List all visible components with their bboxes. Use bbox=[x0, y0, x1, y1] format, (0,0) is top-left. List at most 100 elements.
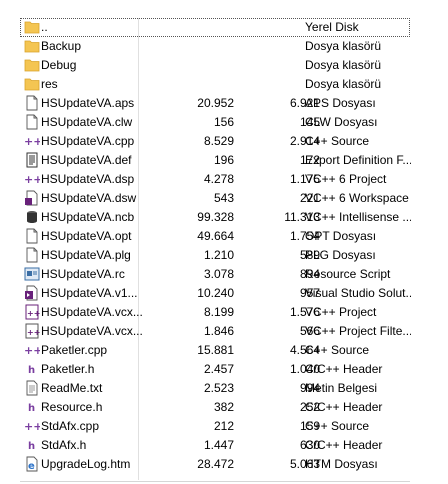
blank-file-icon bbox=[24, 114, 40, 130]
file-row[interactable]: h StdAfx.h 1.447 630 C/C++ Header bbox=[20, 436, 410, 455]
svg-text:++: ++ bbox=[27, 309, 40, 318]
file-type: Visual Studio Solut... bbox=[305, 286, 411, 300]
file-size: 196 bbox=[213, 153, 234, 167]
file-row[interactable]: Backup Dosya klasörü bbox=[20, 37, 410, 56]
file-type: C++ Source bbox=[305, 419, 370, 433]
file-name: Paketler.cpp bbox=[41, 343, 108, 357]
svg-text:++: ++ bbox=[24, 344, 40, 357]
file-row[interactable]: HSUpdateVA.clw 156 145 CLW Dosyası bbox=[20, 113, 410, 132]
file-type: Yerel Disk bbox=[305, 20, 359, 34]
file-row[interactable]: HSUpdateVA.opt 49.664 1.754 OPT Dosyası bbox=[20, 227, 410, 246]
file-name: UpgradeLog.htm bbox=[41, 457, 131, 471]
file-size: 8.199 bbox=[203, 305, 234, 319]
file-size: 543 bbox=[213, 191, 234, 205]
file-row[interactable]: HSUpdateVA.v1... 10.240 957 Visual Studio S… bbox=[20, 284, 411, 303]
vs-solution-icon bbox=[24, 285, 40, 301]
file-name: HSUpdateVA.opt bbox=[41, 229, 132, 243]
file-row[interactable]: HSUpdateVA.dsw 543 221 VC++ 6 Workspace bbox=[20, 189, 410, 208]
file-row[interactable]: ++ StdAfx.cpp 212 159 C++ Source bbox=[20, 417, 410, 436]
file-type: Export Definition F... bbox=[305, 153, 411, 167]
header-file-icon: h bbox=[24, 399, 40, 415]
vs-workspace-icon bbox=[24, 190, 40, 206]
header-file-icon: h bbox=[24, 361, 40, 377]
file-row[interactable]: e UpgradeLog.htm 28.472 5.063 HTM Dosyası bbox=[20, 455, 410, 474]
file-size: 15.881 bbox=[197, 343, 234, 357]
file-name: ReadMe.txt bbox=[41, 381, 103, 395]
file-name: StdAfx.h bbox=[41, 438, 87, 452]
file-type: Dosya klasörü bbox=[305, 39, 382, 53]
file-size: 20.952 bbox=[197, 96, 234, 110]
svg-text:++: ++ bbox=[24, 420, 40, 433]
cpp-source-icon: ++ bbox=[24, 418, 40, 434]
file-size: 49.664 bbox=[197, 229, 234, 243]
file-row[interactable]: h Paketler.h 2.457 1.040 C/C++ Header bbox=[20, 360, 410, 379]
file-type: PLG Dosyası bbox=[305, 248, 376, 262]
file-name: StdAfx.cpp bbox=[41, 419, 100, 433]
file-size: 10.240 bbox=[197, 286, 234, 300]
file-type: VC++ Project Filte... bbox=[305, 324, 411, 338]
file-size: 382 bbox=[213, 400, 234, 414]
file-name: HSUpdateVA.dsp bbox=[41, 172, 135, 186]
file-list-panel: .. Yerel Disk Backup Dosya klasörü Debug Dosy… bbox=[0, 0, 448, 484]
file-size: 1.210 bbox=[203, 248, 234, 262]
file-type: C/C++ Header bbox=[305, 400, 383, 414]
svg-text:++: ++ bbox=[27, 328, 40, 337]
folder-icon bbox=[24, 57, 40, 73]
file-name: HSUpdateVA.rc bbox=[41, 267, 125, 281]
file-row[interactable]: HSUpdateVA.rc 3.078 894 Resource Script bbox=[20, 265, 410, 284]
vcxproj-filter-icon: ++ bbox=[24, 323, 40, 339]
svg-text:h: h bbox=[28, 365, 35, 376]
file-row[interactable]: HSUpdateVA.ncb 99.328 11.313 VC++ Intellise… bbox=[20, 208, 411, 227]
file-size: 4.278 bbox=[203, 172, 234, 186]
html-file-icon: e bbox=[24, 456, 40, 472]
file-row[interactable]: HSUpdateVA.def 196 172 Export Definition F.… bbox=[20, 151, 411, 170]
file-name: HSUpdateVA.vcx... bbox=[41, 305, 143, 319]
file-name: HSUpdateVA.plg bbox=[41, 248, 131, 262]
file-type: Dosya klasörü bbox=[305, 77, 382, 91]
text-file-icon bbox=[24, 380, 40, 396]
file-type: VC++ 6 Project bbox=[305, 172, 387, 186]
file-name: Debug bbox=[41, 58, 77, 72]
file-name: HSUpdateVA.def bbox=[41, 153, 132, 167]
file-type: Dosya klasörü bbox=[305, 58, 382, 72]
file-size: 1.447 bbox=[203, 438, 234, 452]
file-row[interactable]: Debug Dosya klasörü bbox=[20, 56, 410, 75]
file-row[interactable]: res Dosya klasörü bbox=[20, 75, 410, 94]
file-type: VC++ 6 Workspace bbox=[305, 191, 409, 205]
header-file-icon: h bbox=[24, 437, 40, 453]
file-size: 212 bbox=[213, 419, 234, 433]
file-type: Resource Script bbox=[305, 267, 391, 281]
svg-text:++: ++ bbox=[24, 135, 40, 148]
file-type: HTM Dosyası bbox=[305, 457, 378, 471]
folder-icon bbox=[24, 38, 40, 54]
file-row[interactable]: ++ Paketler.cpp 15.881 4.564 C++ Source bbox=[20, 341, 410, 360]
file-name: HSUpdateVA.ncb bbox=[41, 210, 135, 224]
file-row[interactable]: ReadMe.txt 2.523 994 Metin Belgesi bbox=[20, 379, 410, 398]
file-name: Backup bbox=[41, 39, 82, 53]
file-row[interactable]: h Resource.h 382 252 C/C++ Header bbox=[20, 398, 410, 417]
folder-icon bbox=[24, 76, 40, 92]
file-name: HSUpdateVA.vcx... bbox=[41, 324, 143, 338]
file-row[interactable]: HSUpdateVA.aps 20.952 6.921 APS Dosyası bbox=[20, 94, 410, 113]
def-file-icon bbox=[24, 152, 40, 168]
resource-script-icon bbox=[24, 266, 40, 282]
file-row[interactable]: ++ HSUpdateVA.vcx... 8.199 1.576 VC++ Projec… bbox=[20, 303, 410, 322]
database-icon bbox=[24, 209, 40, 225]
blank-file-icon bbox=[24, 247, 40, 263]
file-type: APS Dosyası bbox=[305, 96, 376, 110]
file-row[interactable]: .. Yerel Disk bbox=[20, 18, 410, 37]
cpp-source-icon: ++ bbox=[24, 171, 40, 187]
svg-text:h: h bbox=[28, 441, 35, 452]
file-name: HSUpdateVA.v1... bbox=[41, 286, 138, 300]
file-type: C++ Source bbox=[305, 134, 370, 148]
file-name: res bbox=[41, 77, 58, 91]
file-name: Paketler.h bbox=[41, 362, 95, 376]
file-name: HSUpdateVA.clw bbox=[41, 115, 133, 129]
cpp-source-icon: ++ bbox=[24, 133, 40, 149]
file-row[interactable]: ++ HSUpdateVA.cpp 8.529 2.914 C++ Source bbox=[20, 132, 410, 151]
file-row[interactable]: ++ HSUpdateVA.dsp 4.278 1.175 VC++ 6 Project bbox=[20, 170, 410, 189]
file-row[interactable]: ++ HSUpdateVA.vcx... 1.846 566 VC++ Project … bbox=[20, 322, 411, 341]
file-row[interactable]: HSUpdateVA.plg 1.210 589 PLG Dosyası bbox=[20, 246, 410, 265]
file-list: .. Yerel Disk Backup Dosya klasörü Debug Dosy… bbox=[20, 18, 411, 474]
file-size: 2.457 bbox=[203, 362, 234, 376]
